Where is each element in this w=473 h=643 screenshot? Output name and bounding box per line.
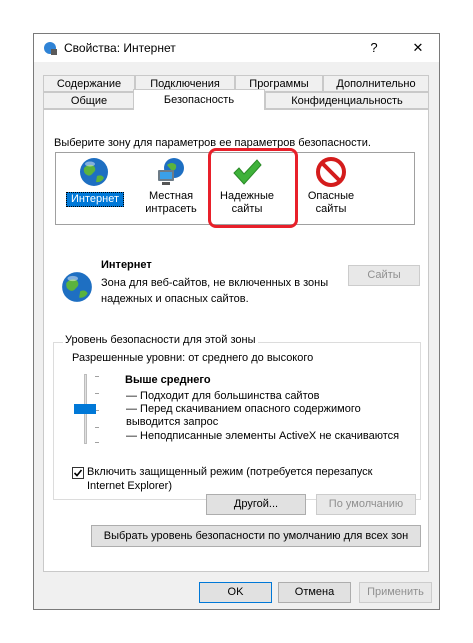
- zone-info-globe-icon: [60, 270, 94, 304]
- restricted-icon: [315, 156, 347, 188]
- zone-intranet[interactable]: Местная интрасеть: [138, 156, 204, 216]
- slider-thumb[interactable]: [74, 404, 96, 414]
- default-level-button[interactable]: По умолчанию: [316, 494, 416, 515]
- tab-privacy[interactable]: Конфиденциальность: [265, 92, 429, 109]
- highlight-box: [208, 148, 298, 228]
- tab-content[interactable]: Содержание: [43, 75, 135, 92]
- custom-level-button[interactable]: Другой...: [206, 494, 306, 515]
- sites-button[interactable]: Сайты: [348, 265, 420, 286]
- zone-intranet-label: Местная интрасеть: [145, 190, 197, 215]
- level-bullet-1: — Подходит для большинства сайтов: [126, 390, 320, 402]
- tab-advanced[interactable]: Дополнительно: [323, 75, 429, 92]
- level-bullet-2: — Перед скачиванием опасного содержимого…: [126, 403, 361, 428]
- reset-all-zones-button[interactable]: Выбрать уровень безопасности по умолчани…: [91, 525, 421, 547]
- slider-tick-top: [95, 376, 99, 377]
- zone-restricted-label: Опасные сайты: [307, 190, 355, 215]
- security-level-group-title: Уровень безопасности для этой зоны: [63, 334, 258, 346]
- close-button[interactable]: ✕: [400, 34, 436, 62]
- help-button[interactable]: ?: [356, 34, 392, 62]
- zone-internet-label: Интернет: [66, 192, 124, 207]
- slider-tick-bottom: [95, 442, 99, 443]
- zone-name: Интернет: [101, 259, 152, 271]
- protected-mode-label[interactable]: Включить защищенный режим (потребуется п…: [87, 465, 387, 493]
- security-panel: Выберите зону для параметров ее параметр…: [43, 109, 429, 572]
- checkbox-check-icon: [73, 469, 83, 477]
- allowed-levels-text: Разрешенные уровни: от среднего до высок…: [72, 352, 314, 364]
- slider-tick-lower: [95, 427, 99, 428]
- ok-button[interactable]: OK: [199, 582, 272, 603]
- globe-icon: [78, 156, 110, 188]
- zone-restricted[interactable]: Опасные сайты: [298, 156, 364, 216]
- app-icon: [42, 40, 58, 56]
- level-bullet-3: — Неподписанные элементы ActiveX не скач…: [126, 430, 400, 442]
- protected-mode-checkbox[interactable]: [72, 467, 84, 479]
- cancel-button[interactable]: Отмена: [278, 582, 351, 603]
- slider-tick-upper: [95, 393, 99, 394]
- intranet-icon: [155, 156, 187, 188]
- zone-internet[interactable]: Интернет: [64, 156, 126, 212]
- apply-button[interactable]: Применить: [359, 582, 432, 603]
- security-level-slider[interactable]: [70, 370, 100, 448]
- title-bar: Свойства: Интернет ? ✕: [34, 34, 439, 62]
- tab-security[interactable]: Безопасность: [133, 89, 265, 110]
- tab-general[interactable]: Общие: [43, 92, 135, 109]
- level-name: Выше среднего: [125, 374, 211, 386]
- zone-description: Зона для веб-сайтов, не включенных в зон…: [101, 277, 329, 305]
- window-title: Свойства: Интернет: [64, 41, 176, 55]
- internet-options-window: Свойства: Интернет ? ✕ Содержание Подклю…: [33, 33, 440, 610]
